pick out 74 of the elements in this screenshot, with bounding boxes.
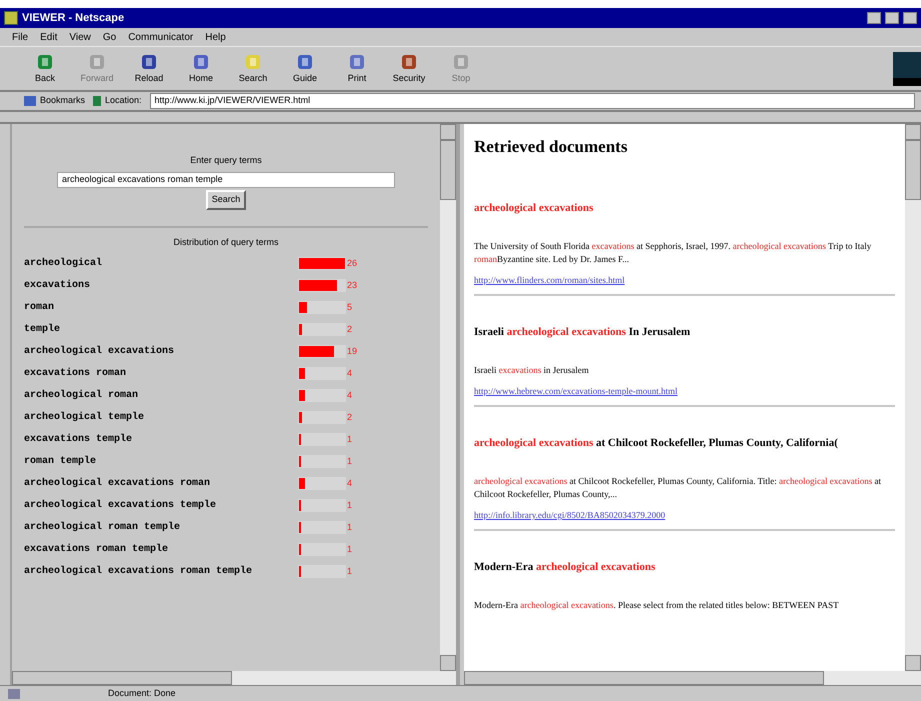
search-button[interactable]: Search bbox=[206, 190, 246, 210]
status-text: Document: Done bbox=[108, 686, 176, 700]
term-count: 2 bbox=[347, 410, 352, 424]
toolbar-button[interactable]: Guide bbox=[284, 52, 326, 86]
bookmarks-button[interactable]: Bookmarks bbox=[24, 94, 86, 108]
minimize-button[interactable] bbox=[867, 12, 881, 24]
term-label: archeological excavations roman temple bbox=[24, 564, 254, 579]
term-label: archeological excavations bbox=[24, 344, 176, 359]
toolbar-button[interactable]: Print bbox=[336, 52, 378, 86]
url-field[interactable]: http://www.ki.jp/VIEWER/VIEWER.html bbox=[150, 93, 915, 109]
vertical-scrollbar[interactable] bbox=[440, 124, 456, 671]
toolbar-button[interactable]: Security bbox=[388, 52, 430, 86]
menu-item[interactable]: Edit bbox=[40, 30, 58, 44]
close-button[interactable] bbox=[903, 12, 917, 24]
query-label: Enter query terms bbox=[190, 154, 262, 167]
term-label: archeological bbox=[24, 256, 104, 271]
term-count: 1 bbox=[347, 432, 352, 446]
term-count: 1 bbox=[347, 542, 352, 556]
security-icon bbox=[8, 688, 20, 698]
term-count: 4 bbox=[347, 366, 352, 380]
document-title: Modern-Era archeological excavations bbox=[474, 560, 656, 574]
term-label: archeological roman temple bbox=[24, 520, 182, 535]
term-count: 1 bbox=[347, 564, 352, 578]
logo-icon bbox=[893, 52, 921, 86]
maximize-button[interactable] bbox=[885, 12, 899, 24]
term-label: excavations bbox=[24, 278, 92, 293]
document-snippet: The University of South Florida excavations at Sepphoris, Israel, 1997. archeological excavations Trip to Italy romanByzantine site. Led by Dr. James F... bbox=[474, 240, 872, 266]
term-count: 1 bbox=[347, 454, 352, 468]
distribution-title: Distribution of query terms bbox=[173, 236, 279, 249]
term-count: 5 bbox=[347, 300, 352, 314]
vertical-scrollbar[interactable] bbox=[905, 124, 921, 671]
term-label: temple bbox=[24, 322, 62, 337]
document-link[interactable]: http://www.hebrew.com/excavations-temple-mount.html bbox=[474, 385, 895, 398]
toolbar-button[interactable]: Home bbox=[180, 52, 222, 86]
document-snippet: Israeli excavations in Jerusalem bbox=[474, 364, 590, 377]
term-label: archeological excavations roman bbox=[24, 476, 212, 491]
term-label: excavations roman bbox=[24, 366, 128, 381]
toolbar-button[interactable]: Back bbox=[24, 52, 66, 86]
term-count: 2 bbox=[347, 322, 352, 336]
term-count: 19 bbox=[347, 344, 358, 358]
results-heading: Retrieved documents bbox=[474, 136, 628, 158]
horizontal-scrollbar[interactable] bbox=[12, 671, 456, 685]
window-title: VIEWER - Netscape bbox=[22, 10, 124, 26]
term-label: archeological roman bbox=[24, 388, 140, 403]
menu-item[interactable]: Go bbox=[102, 30, 116, 44]
menu-item[interactable]: Help bbox=[205, 30, 226, 44]
term-label: excavations temple bbox=[24, 432, 134, 447]
term-count: 4 bbox=[347, 476, 352, 490]
term-label: archeological excavations temple bbox=[24, 498, 218, 513]
menu-item[interactable]: View bbox=[69, 30, 91, 44]
menu-item[interactable]: Communicator bbox=[128, 30, 194, 44]
document-link[interactable]: http://info.library.edu/cgi/8502/BA8502034379.2000 bbox=[474, 509, 895, 522]
term-label: roman temple bbox=[24, 454, 98, 469]
term-count: 26 bbox=[347, 256, 358, 270]
menu-item[interactable]: File bbox=[12, 30, 28, 44]
term-count: 23 bbox=[347, 278, 358, 292]
location-label: Location: bbox=[93, 94, 142, 108]
document-snippet: archeological excavations at Chilcoot Rockefeller, Plumas County, California. Title: archeological excavations at Chilcoot Rockefeller, Plumas County,... bbox=[474, 475, 882, 501]
term-label: excavations roman temple bbox=[24, 542, 170, 557]
app-icon bbox=[4, 11, 18, 25]
term-label: roman bbox=[24, 301, 56, 315]
document-link[interactable]: http://www.flinders.com/roman/sites.html bbox=[474, 274, 895, 288]
document-title: archeological excavations at Chilcoot Rockefeller, Plumas County, California( bbox=[474, 436, 839, 450]
query-field[interactable]: archeological excavations roman temple bbox=[57, 172, 395, 188]
toolbar-button[interactable]: Search bbox=[232, 52, 274, 86]
document-title: Israeli archeological excavations In Jerusalem bbox=[474, 324, 692, 340]
term-label: archeological temple bbox=[24, 410, 146, 425]
document-snippet: Modern-Era archeological excavations. Please select from the related titles below: BETWEEN PAST bbox=[474, 599, 840, 612]
toolbar-button[interactable]: Reload bbox=[128, 52, 170, 86]
horizontal-scrollbar[interactable] bbox=[464, 671, 921, 685]
term-count: 1 bbox=[347, 498, 352, 512]
term-count: 1 bbox=[347, 520, 352, 534]
term-count: 4 bbox=[347, 388, 352, 402]
document-title: archeological excavations bbox=[474, 200, 594, 216]
